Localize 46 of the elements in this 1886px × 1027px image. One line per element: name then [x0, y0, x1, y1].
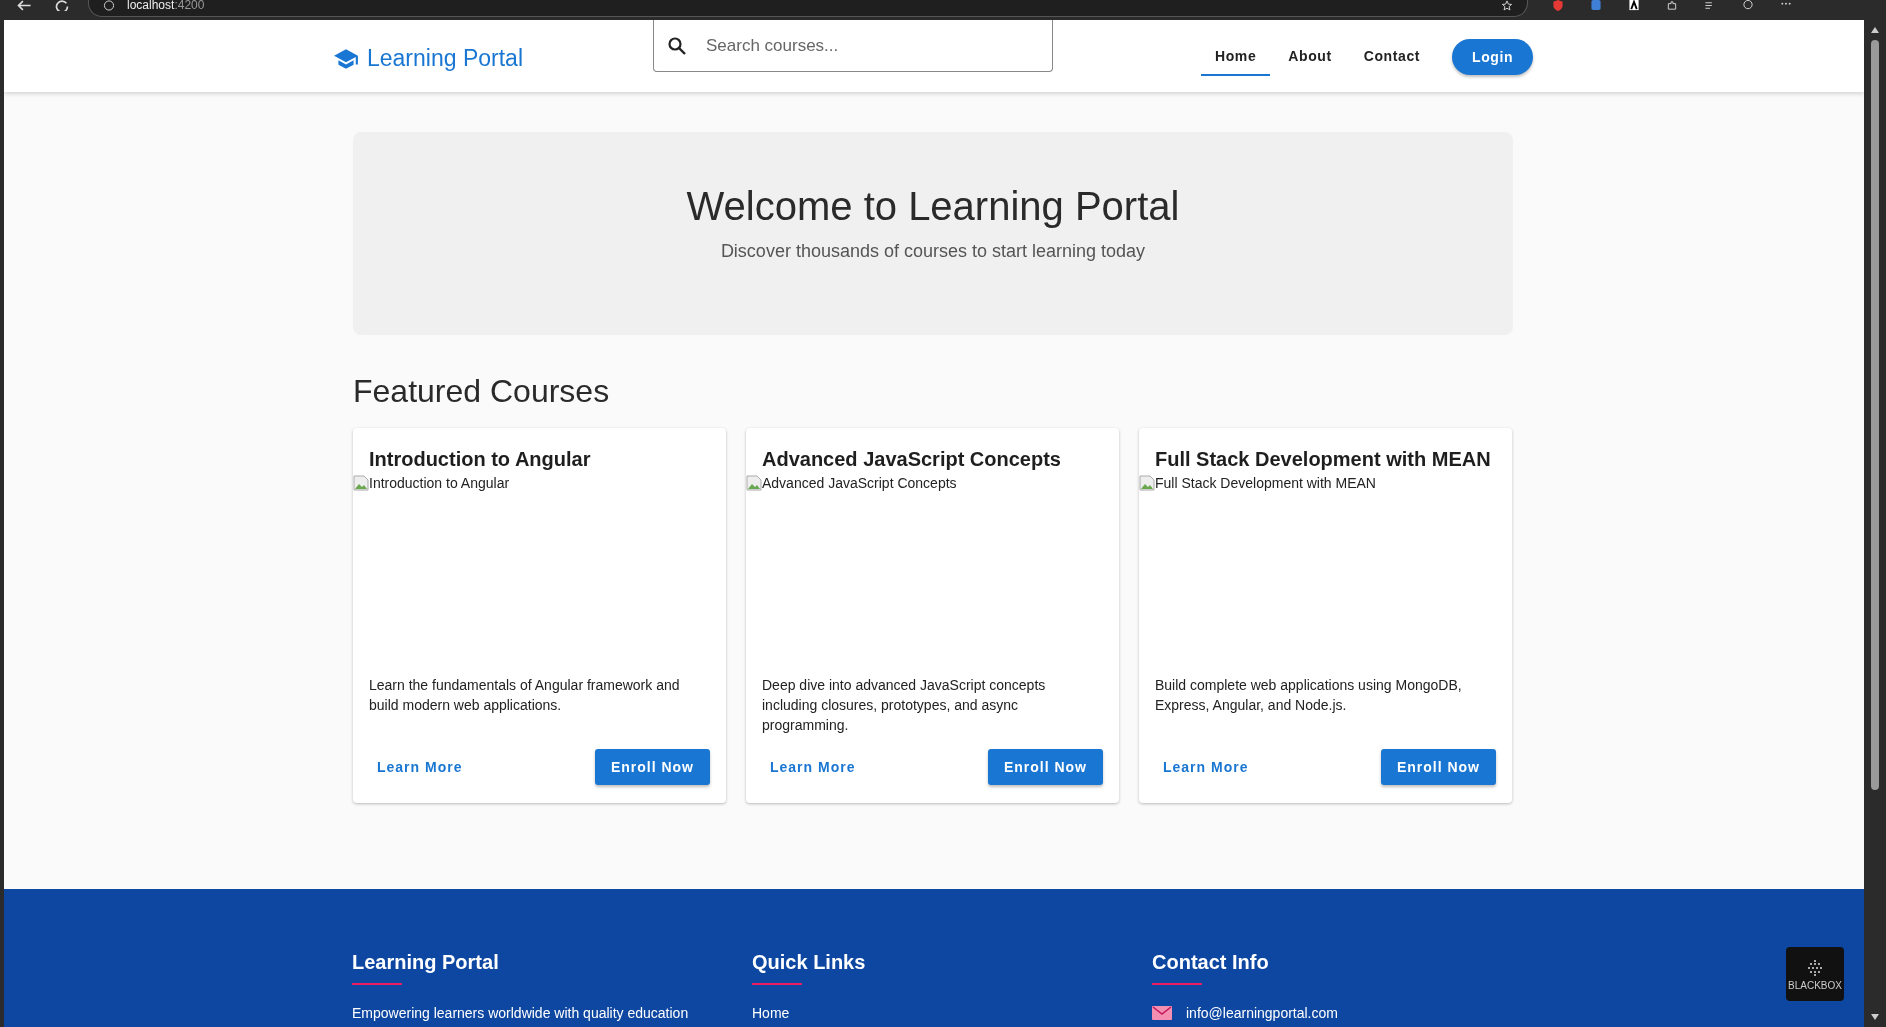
enroll-button[interactable]: Enroll Now [987, 749, 1103, 785]
learn-more-button[interactable]: Learn More [1147, 751, 1265, 783]
course-title: Full Stack Development with MEAN [1154, 447, 1492, 472]
extension-icon[interactable] [1626, 0, 1642, 11]
mail-icon [1152, 1006, 1172, 1020]
hero-subtitle: Discover thousands of courses to start learning today [720, 241, 1146, 262]
star-icon[interactable] [1501, 0, 1513, 11]
dots-icon [1805, 957, 1825, 978]
graduation-cap-icon [333, 47, 359, 70]
section-title: Featured Courses [353, 373, 611, 410]
broken-image-icon [746, 475, 762, 491]
search-field[interactable]: Search courses... [653, 20, 1053, 72]
widget-button[interactable]: BLACKBOX [1786, 947, 1844, 1001]
reload-icon[interactable] [54, 0, 70, 11]
logo-text[interactable]: Learning Portal [367, 45, 523, 72]
email-link[interactable]: info@learningportal.com [1186, 1005, 1338, 1021]
broken-image-icon [1139, 475, 1155, 491]
search-icon [667, 36, 687, 56]
address-bar[interactable]: localhost:4200 [88, 0, 1528, 17]
footer-text: Empowering learners worldwide with quality education [352, 1005, 689, 1021]
scroll-down-icon[interactable] [1870, 1013, 1880, 1021]
course-title: Advanced JavaScript Concepts [761, 447, 1062, 472]
broken-image-icon [353, 475, 369, 491]
footer-heading: Quick Links [752, 951, 866, 974]
footer-heading: Learning Portal [352, 951, 499, 974]
shield-icon[interactable] [1550, 0, 1566, 11]
image-alt-text: Introduction to Angular [369, 475, 510, 491]
enroll-button[interactable]: Enroll Now [1380, 749, 1496, 785]
image-alt-text: Full Stack Development with MEAN [1155, 475, 1376, 491]
image-alt-text: Advanced JavaScript Concepts [762, 475, 957, 491]
course-description: Learn the fundamentals of Angular framework and build modern web applications. [368, 676, 681, 715]
course-description: Build complete web applications using MongoDB, Express, Angular, and Node.js. [1154, 676, 1463, 715]
hero-title: Welcome to Learning Portal [686, 184, 1180, 229]
learn-more-button[interactable]: Learn More [361, 751, 479, 783]
login-button[interactable]: Login [1452, 39, 1534, 75]
footer-link[interactable]: Home [752, 1005, 790, 1021]
nav-link[interactable]: Home [1201, 38, 1271, 76]
nav-link[interactable]: Contact [1349, 38, 1435, 76]
enroll-button[interactable]: Enroll Now [594, 749, 710, 785]
learn-more-button[interactable]: Learn More [754, 751, 872, 783]
course-title: Introduction to Angular [368, 447, 592, 472]
scroll-up-icon[interactable] [1870, 26, 1880, 34]
footer-heading: Contact Info [1152, 951, 1269, 974]
nav-link[interactable]: About [1274, 38, 1346, 76]
back-icon[interactable] [16, 0, 32, 11]
course-description: Deep dive into advanced JavaScript concepts including closures, prototypes, and async programming. [761, 676, 1047, 735]
